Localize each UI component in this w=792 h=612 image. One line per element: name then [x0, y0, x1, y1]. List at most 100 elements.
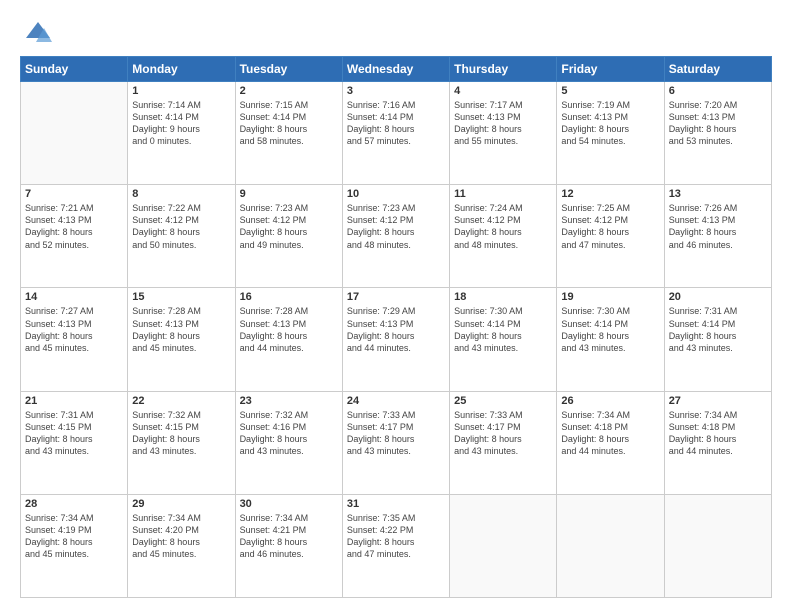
- calendar-cell: 5 Sunrise: 7:19 AMSunset: 4:13 PMDaylight…: [557, 82, 664, 185]
- calendar-cell: 22Sunrise: 7:32 AMSunset: 4:15 PMDayligh…: [128, 391, 235, 494]
- calendar-week-row: 1 Sunrise: 7:14 AMSunset: 4:14 PMDaylight…: [21, 82, 772, 185]
- header: [20, 18, 772, 46]
- calendar-cell: 28 Sunrise: 7:34 AMSunset: 4:19 PMDayligh…: [21, 494, 128, 597]
- calendar-cell: 20 Sunrise: 7:31 AMSunset: 4:14 PMDayligh…: [664, 288, 771, 391]
- day-number: 13: [669, 188, 767, 200]
- day-number: 2: [240, 85, 338, 97]
- calendar-cell: 27 Sunrise: 7:34 AMSunset: 4:18 PMDayligh…: [664, 391, 771, 494]
- weekday-header: Friday: [557, 57, 664, 82]
- calendar-cell: 3 Sunrise: 7:16 AMSunset: 4:14 PMDaylight…: [342, 82, 449, 185]
- day-info: Sunrise: 7:28 AMSunset: 4:13 PMDaylight:…: [240, 305, 338, 354]
- calendar-cell: 16Sunrise: 7:28 AMSunset: 4:13 PMDayligh…: [235, 288, 342, 391]
- calendar-cell: 17 Sunrise: 7:29 AMSunset: 4:13 PMDayligh…: [342, 288, 449, 391]
- calendar-cell: 30 Sunrise: 7:34 AMSunset: 4:21 PMDayligh…: [235, 494, 342, 597]
- day-info: Sunrise: 7:23 AMSunset: 4:12 PMDaylight:…: [347, 202, 445, 251]
- day-number: 7: [25, 188, 123, 200]
- day-info: Sunrise: 7:28 AMSunset: 4:13 PMDaylight:…: [132, 305, 230, 354]
- calendar-cell: 9 Sunrise: 7:23 AMSunset: 4:12 PMDaylight…: [235, 185, 342, 288]
- day-info: Sunrise: 7:35 AMSunset: 4:22 PMDaylight:…: [347, 512, 445, 561]
- day-info: Sunrise: 7:26 AMSunset: 4:13 PMDaylight:…: [669, 202, 767, 251]
- calendar-cell: 14Sunrise: 7:27 AMSunset: 4:13 PMDayligh…: [21, 288, 128, 391]
- day-info: Sunrise: 7:27 AMSunset: 4:13 PMDaylight:…: [25, 305, 123, 354]
- calendar-cell: 31 Sunrise: 7:35 AMSunset: 4:22 PMDayligh…: [342, 494, 449, 597]
- calendar-week-row: 14Sunrise: 7:27 AMSunset: 4:13 PMDayligh…: [21, 288, 772, 391]
- calendar-cell: 24 Sunrise: 7:33 AMSunset: 4:17 PMDayligh…: [342, 391, 449, 494]
- calendar-header-row: SundayMondayTuesdayWednesdayThursdayFrid…: [21, 57, 772, 82]
- calendar-cell: [450, 494, 557, 597]
- day-info: Sunrise: 7:34 AMSunset: 4:21 PMDaylight:…: [240, 512, 338, 561]
- day-info: Sunrise: 7:23 AMSunset: 4:12 PMDaylight:…: [240, 202, 338, 251]
- calendar-table: SundayMondayTuesdayWednesdayThursdayFrid…: [20, 56, 772, 598]
- day-number: 8: [132, 188, 230, 200]
- day-number: 27: [669, 395, 767, 407]
- day-number: 17: [347, 291, 445, 303]
- day-number: 10: [347, 188, 445, 200]
- calendar-cell: 2 Sunrise: 7:15 AMSunset: 4:14 PMDaylight…: [235, 82, 342, 185]
- day-number: 5: [561, 85, 659, 97]
- calendar-cell: 12 Sunrise: 7:25 AMSunset: 4:12 PMDayligh…: [557, 185, 664, 288]
- day-info: Sunrise: 7:31 AMSunset: 4:14 PMDaylight:…: [669, 305, 767, 354]
- day-number: 28: [25, 498, 123, 510]
- calendar-cell: 19 Sunrise: 7:30 AMSunset: 4:14 PMDayligh…: [557, 288, 664, 391]
- day-info: Sunrise: 7:17 AMSunset: 4:13 PMDaylight:…: [454, 99, 552, 148]
- calendar-cell: 25Sunrise: 7:33 AMSunset: 4:17 PMDayligh…: [450, 391, 557, 494]
- calendar-week-row: 7Sunrise: 7:21 AMSunset: 4:13 PMDaylight…: [21, 185, 772, 288]
- day-info: Sunrise: 7:32 AMSunset: 4:16 PMDaylight:…: [240, 409, 338, 458]
- logo: [20, 18, 52, 46]
- calendar-cell: [664, 494, 771, 597]
- day-number: 3: [347, 85, 445, 97]
- day-info: Sunrise: 7:20 AMSunset: 4:13 PMDaylight:…: [669, 99, 767, 148]
- day-info: Sunrise: 7:14 AMSunset: 4:14 PMDaylight:…: [132, 99, 230, 148]
- calendar-cell: 29 Sunrise: 7:34 AMSunset: 4:20 PMDayligh…: [128, 494, 235, 597]
- day-number: 26: [561, 395, 659, 407]
- day-number: 31: [347, 498, 445, 510]
- calendar-cell: 1 Sunrise: 7:14 AMSunset: 4:14 PMDaylight…: [128, 82, 235, 185]
- day-number: 12: [561, 188, 659, 200]
- day-info: Sunrise: 7:19 AMSunset: 4:13 PMDaylight:…: [561, 99, 659, 148]
- day-number: 6: [669, 85, 767, 97]
- weekday-header: Thursday: [450, 57, 557, 82]
- day-number: 24: [347, 395, 445, 407]
- day-number: 21: [25, 395, 123, 407]
- day-number: 25: [454, 395, 552, 407]
- calendar-week-row: 21 Sunrise: 7:31 AMSunset: 4:15 PMDayligh…: [21, 391, 772, 494]
- calendar-cell: 7Sunrise: 7:21 AMSunset: 4:13 PMDaylight…: [21, 185, 128, 288]
- weekday-header: Saturday: [664, 57, 771, 82]
- day-info: Sunrise: 7:16 AMSunset: 4:14 PMDaylight:…: [347, 99, 445, 148]
- day-info: Sunrise: 7:22 AMSunset: 4:12 PMDaylight:…: [132, 202, 230, 251]
- day-number: 11: [454, 188, 552, 200]
- calendar-week-row: 28 Sunrise: 7:34 AMSunset: 4:19 PMDayligh…: [21, 494, 772, 597]
- day-info: Sunrise: 7:34 AMSunset: 4:19 PMDaylight:…: [25, 512, 123, 561]
- weekday-header: Sunday: [21, 57, 128, 82]
- calendar-cell: 8 Sunrise: 7:22 AMSunset: 4:12 PMDaylight…: [128, 185, 235, 288]
- day-info: Sunrise: 7:24 AMSunset: 4:12 PMDaylight:…: [454, 202, 552, 251]
- day-info: Sunrise: 7:25 AMSunset: 4:12 PMDaylight:…: [561, 202, 659, 251]
- weekday-header: Wednesday: [342, 57, 449, 82]
- day-info: Sunrise: 7:34 AMSunset: 4:18 PMDaylight:…: [669, 409, 767, 458]
- day-info: Sunrise: 7:34 AMSunset: 4:20 PMDaylight:…: [132, 512, 230, 561]
- day-info: Sunrise: 7:31 AMSunset: 4:15 PMDaylight:…: [25, 409, 123, 458]
- day-number: 20: [669, 291, 767, 303]
- calendar-cell: 23 Sunrise: 7:32 AMSunset: 4:16 PMDayligh…: [235, 391, 342, 494]
- day-number: 23: [240, 395, 338, 407]
- day-number: 1: [132, 85, 230, 97]
- calendar-cell: 15Sunrise: 7:28 AMSunset: 4:13 PMDayligh…: [128, 288, 235, 391]
- calendar-cell: [21, 82, 128, 185]
- day-number: 4: [454, 85, 552, 97]
- day-number: 18: [454, 291, 552, 303]
- day-info: Sunrise: 7:15 AMSunset: 4:14 PMDaylight:…: [240, 99, 338, 148]
- day-info: Sunrise: 7:29 AMSunset: 4:13 PMDaylight:…: [347, 305, 445, 354]
- calendar-cell: 11 Sunrise: 7:24 AMSunset: 4:12 PMDayligh…: [450, 185, 557, 288]
- calendar-cell: 13 Sunrise: 7:26 AMSunset: 4:13 PMDayligh…: [664, 185, 771, 288]
- calendar-cell: 10 Sunrise: 7:23 AMSunset: 4:12 PMDayligh…: [342, 185, 449, 288]
- day-number: 30: [240, 498, 338, 510]
- day-info: Sunrise: 7:33 AMSunset: 4:17 PMDaylight:…: [347, 409, 445, 458]
- day-number: 29: [132, 498, 230, 510]
- calendar-cell: 21 Sunrise: 7:31 AMSunset: 4:15 PMDayligh…: [21, 391, 128, 494]
- day-info: Sunrise: 7:30 AMSunset: 4:14 PMDaylight:…: [561, 305, 659, 354]
- day-number: 19: [561, 291, 659, 303]
- weekday-header: Tuesday: [235, 57, 342, 82]
- calendar-cell: 26Sunrise: 7:34 AMSunset: 4:18 PMDayligh…: [557, 391, 664, 494]
- page: SundayMondayTuesdayWednesdayThursdayFrid…: [0, 0, 792, 612]
- day-number: 9: [240, 188, 338, 200]
